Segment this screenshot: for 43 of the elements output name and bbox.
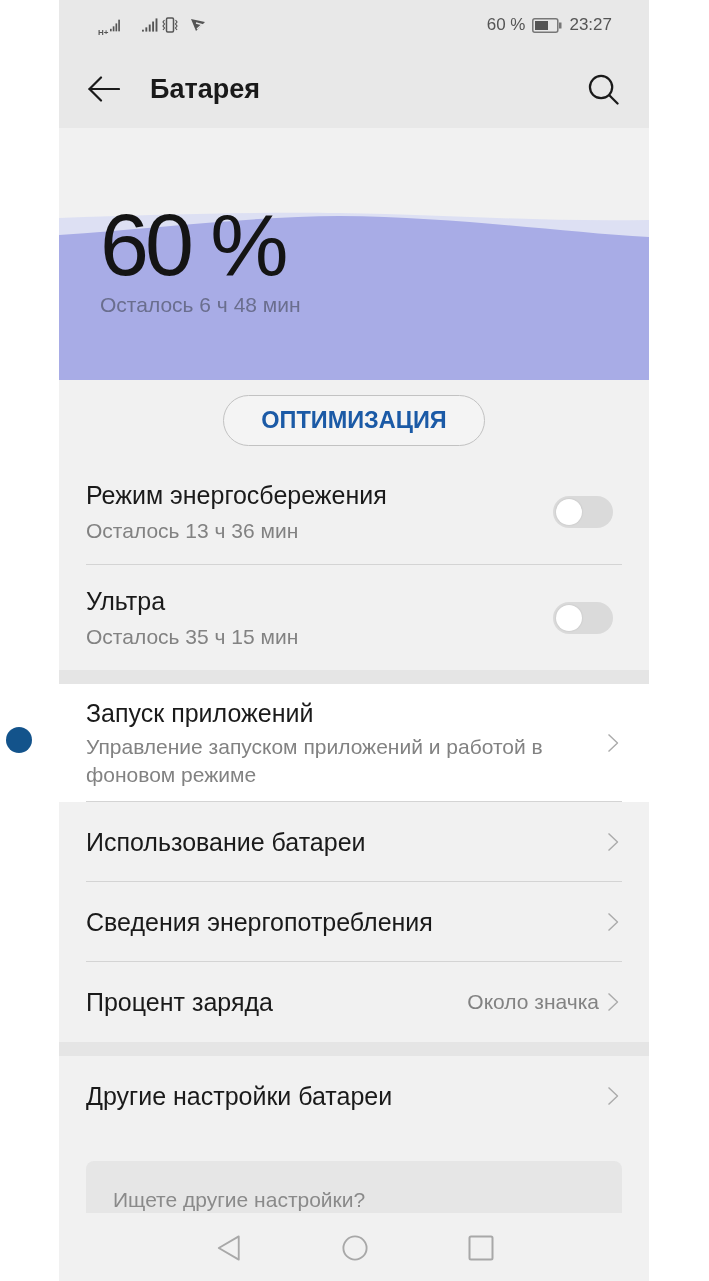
signal-icon xyxy=(142,18,159,32)
network-type-label: H+ xyxy=(98,28,109,37)
row-title: Сведения энергопотребления xyxy=(86,906,433,938)
chevron-right-icon xyxy=(607,1086,619,1106)
search-icon xyxy=(588,73,619,105)
back-icon[interactable] xyxy=(216,1234,242,1261)
chevron-right-icon xyxy=(607,992,619,1012)
row-title: Другие настройки батареи xyxy=(86,1081,393,1112)
card-title: Ищете другие настройки? xyxy=(113,1187,367,1213)
chevron-right-icon xyxy=(607,911,619,932)
recents-icon[interactable] xyxy=(468,1234,494,1261)
home-icon[interactable] xyxy=(342,1234,368,1261)
mode-subtitle: Осталось 13 ч 36 мин xyxy=(86,518,299,544)
mode-title: Ультра xyxy=(86,585,166,617)
vibrate-icon xyxy=(162,17,179,33)
time-remaining: Осталось 6 ч 48 мин xyxy=(100,292,301,318)
back-button[interactable] xyxy=(88,76,120,102)
row-value: Около значка xyxy=(467,990,599,1014)
toggle-switch[interactable] xyxy=(553,496,613,528)
battery-percent-value: 60 % xyxy=(100,200,285,290)
battery-percent-label: 60 % xyxy=(486,15,526,35)
settings-row[interactable]: Сведения энергопотребления xyxy=(59,882,649,962)
clock-time: 23:27 xyxy=(569,15,612,35)
optimize-button[interactable]: ОПТИМИЗАЦИЯ xyxy=(223,395,485,446)
row-title: Использование батареи xyxy=(86,826,366,858)
search-button[interactable] xyxy=(588,73,619,105)
row-title: Процент заряда xyxy=(86,987,273,1018)
mode-subtitle: Осталось 35 ч 15 мин xyxy=(86,623,299,650)
chevron-right-icon xyxy=(607,732,619,753)
row-title: Запуск приложений xyxy=(86,697,314,729)
marker-dot-icon xyxy=(6,727,32,753)
signal-icon xyxy=(110,18,121,32)
toggle-switch[interactable] xyxy=(553,601,613,634)
settings-row[interactable]: Процент заряда Около значка xyxy=(59,962,649,1042)
settings-row[interactable]: Другие настройки батареи xyxy=(59,1056,649,1136)
row-subtitle: Управление запуском приложений и работой в фоновом режиме xyxy=(86,733,544,788)
mode-title: Режим энергосбережения xyxy=(86,480,387,511)
battery-icon xyxy=(532,17,563,33)
chevron-right-icon xyxy=(607,831,619,852)
back-arrow-icon xyxy=(88,76,120,102)
triangle-icon xyxy=(190,18,207,32)
settings-row[interactable]: Использование батареи xyxy=(59,802,649,882)
screen-title: Батарея xyxy=(150,73,260,105)
